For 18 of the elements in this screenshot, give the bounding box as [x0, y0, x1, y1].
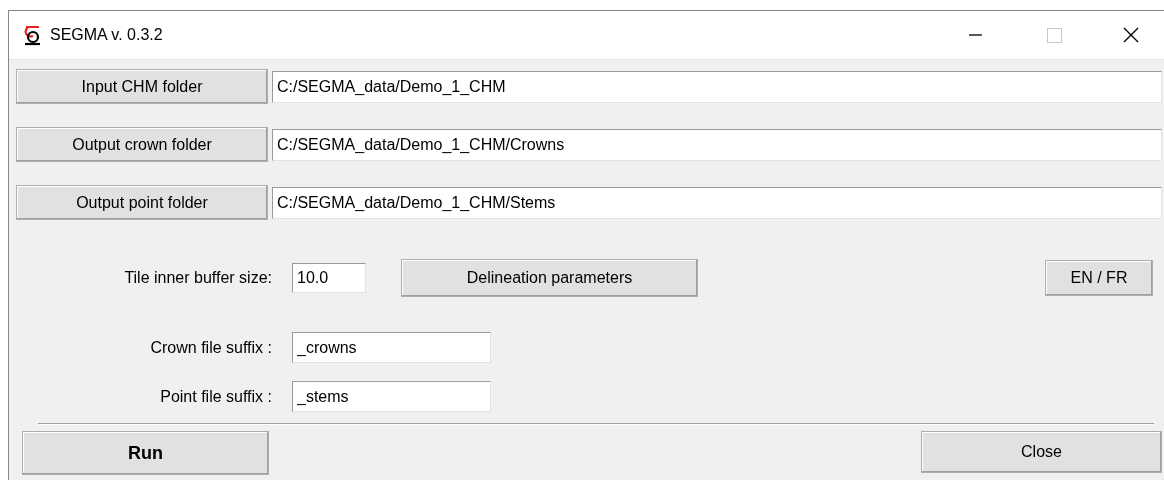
language-toggle-button[interactable]: EN / FR [1045, 260, 1153, 296]
buffer-size-field[interactable]: 10.0 [292, 263, 366, 293]
folder-path-field[interactable]: C:/SEGMA_data/Demo_1_CHM/Crowns [272, 128, 1162, 161]
folder-select-button[interactable]: Output point folder [16, 185, 268, 220]
file-suffix-field[interactable]: _crowns [292, 332, 491, 363]
run-button[interactable]: Run [22, 431, 269, 475]
folder-select-button[interactable]: Output crown folder [16, 127, 268, 162]
delineation-parameters-button[interactable]: Delineation parameters [401, 259, 698, 297]
file-suffix-label: Point file suffix : [159, 387, 272, 406]
buffer-size-label: Tile inner buffer size: [123, 269, 272, 287]
close-button[interactable]: Close [921, 431, 1162, 473]
file-suffix-field[interactable]: _stems [292, 381, 491, 412]
folder-select-button[interactable]: Input CHM folder [16, 69, 268, 104]
folder-path-field[interactable]: C:/SEGMA_data/Demo_1_CHM/Stems [272, 186, 1162, 219]
app-logo-icon [23, 24, 43, 46]
window-title: SEGMA v. 0.3.2 [50, 26, 164, 44]
file-suffix-label: Crown file suffix : [149, 338, 272, 357]
folder-path-field[interactable]: C:/SEGMA_data/Demo_1_CHM [272, 70, 1162, 103]
